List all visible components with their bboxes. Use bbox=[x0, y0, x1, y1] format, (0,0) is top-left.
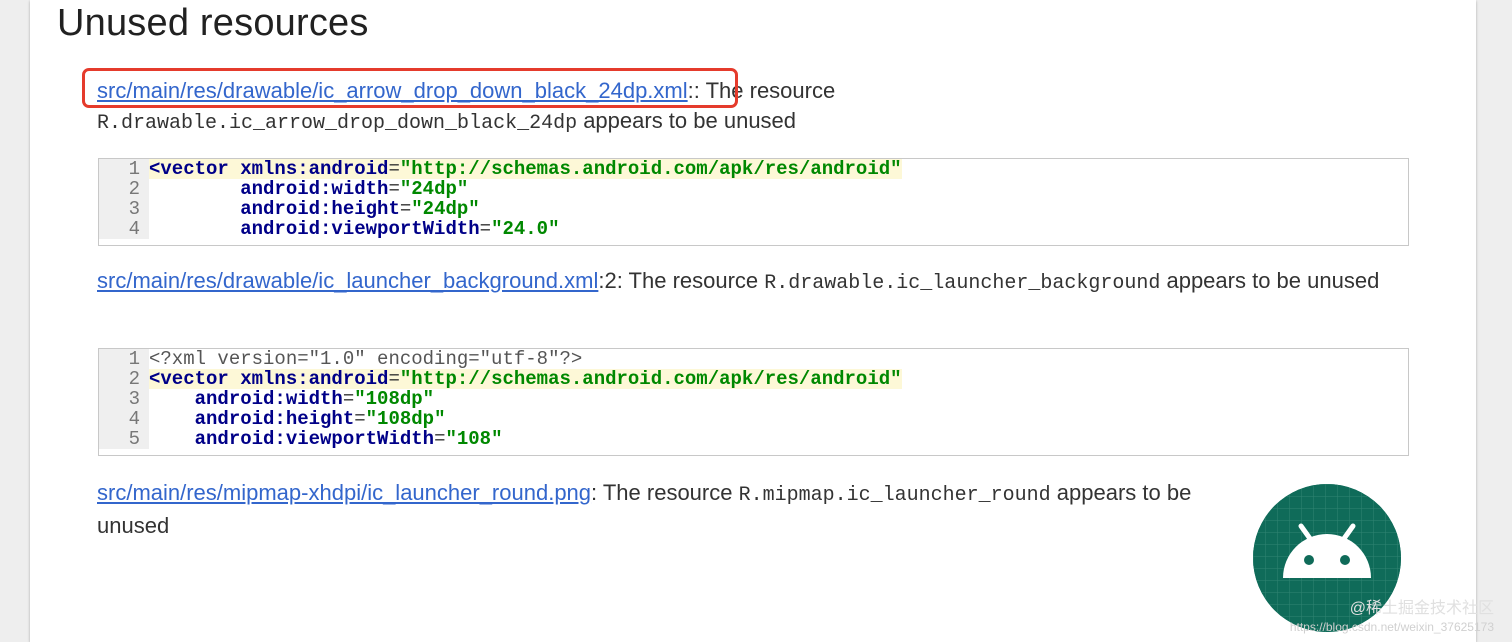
issue-3-file-link[interactable]: src/main/res/mipmap-xhdpi/ic_launcher_ro… bbox=[97, 480, 591, 505]
code-text: <vector xmlns:android="http://schemas.an… bbox=[149, 368, 902, 390]
code-line: 4 android:viewportWidth="24.0" bbox=[99, 219, 1408, 239]
line-number: 3 bbox=[99, 389, 149, 409]
issue-3-resource: R.mipmap.ic_launcher_round bbox=[738, 484, 1051, 507]
line-number: 4 bbox=[99, 409, 149, 429]
line-number: 2 bbox=[99, 369, 149, 389]
line-number: 4 bbox=[99, 219, 149, 239]
issue-2-file-link[interactable]: src/main/res/drawable/ic_launcher_backgr… bbox=[97, 268, 598, 293]
issue-1-text-after: appears to be unused bbox=[577, 108, 797, 133]
watermark-text: @稀土掘金技术社区 bbox=[1349, 600, 1494, 617]
line-number: 5 bbox=[99, 429, 149, 449]
issue-2-text-before: : The resource bbox=[616, 268, 765, 293]
issue-2-line: :2 bbox=[598, 268, 617, 293]
code-text: <vector xmlns:android="http://schemas.an… bbox=[149, 158, 902, 180]
code-text: android:height="108dp" bbox=[194, 408, 446, 430]
code-line: 3 android:height="24dp" bbox=[99, 199, 1408, 219]
issue-2-text-after: appears to be unused bbox=[1160, 268, 1380, 293]
issue-3-text-before: : The resource bbox=[591, 480, 739, 505]
code-text: android:width="24dp" bbox=[240, 178, 469, 200]
watermark-url: https://blog.csdn.net/weixin_37625173 bbox=[1289, 620, 1494, 634]
code-text: <?xml version="1.0" encoding="utf-8"?> bbox=[149, 348, 583, 370]
code-line: 1 <?xml version="1.0" encoding="utf-8"?> bbox=[99, 349, 1408, 369]
code-text: android:height="24dp" bbox=[240, 198, 480, 220]
highlight-annotation-box bbox=[82, 68, 738, 108]
line-number: 1 bbox=[99, 349, 149, 369]
line-number: 1 bbox=[99, 159, 149, 179]
section-title: Unused resources bbox=[57, 2, 369, 44]
line-number: 3 bbox=[99, 199, 149, 219]
code-line: 4 android:height="108dp" bbox=[99, 409, 1408, 429]
watermark: @稀土掘金技术社区 https://blog.csdn.net/weixin_3… bbox=[1290, 600, 1494, 636]
code-text: android:viewportWidth="108" bbox=[194, 428, 503, 450]
issue-2-code-snippet: 1 <?xml version="1.0" encoding="utf-8"?> 2… bbox=[98, 348, 1409, 456]
issue-1-resource: R.drawable.ic_arrow_drop_down_black_24dp bbox=[97, 112, 578, 135]
line-number: 2 bbox=[99, 179, 149, 199]
code-line: 1 <vector xmlns:android="http://schemas.a… bbox=[99, 159, 1408, 179]
code-text: android:viewportWidth="24.0" bbox=[240, 218, 560, 240]
code-line: 2 android:width="24dp" bbox=[99, 179, 1408, 199]
issue-2: src/main/res/drawable/ic_launcher_backgr… bbox=[97, 266, 1407, 299]
issue-3: src/main/res/mipmap-xhdpi/ic_launcher_ro… bbox=[97, 478, 1257, 541]
code-line: 5 android:viewportWidth="108" bbox=[99, 429, 1408, 449]
code-text: android:width="108dp" bbox=[194, 388, 435, 410]
issue-1-code-snippet: 1 <vector xmlns:android="http://schemas.a… bbox=[98, 158, 1409, 246]
code-line: 3 android:width="108dp" bbox=[99, 389, 1408, 409]
code-line: 2 <vector xmlns:android="http://schemas.a… bbox=[99, 369, 1408, 389]
issue-2-resource: R.drawable.ic_launcher_background bbox=[764, 272, 1161, 295]
